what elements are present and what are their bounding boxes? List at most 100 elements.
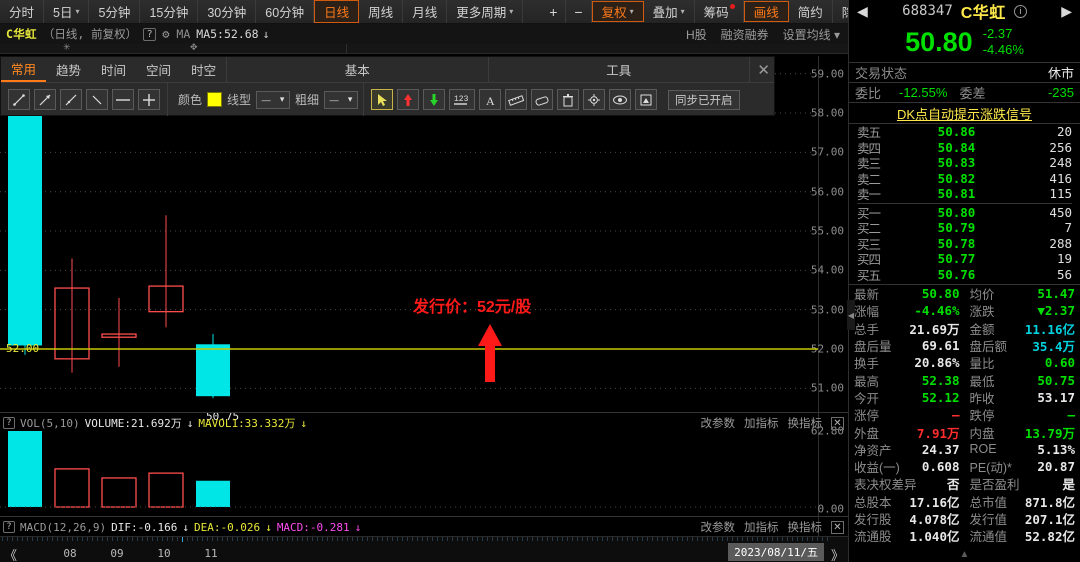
macd-action-换指标[interactable]: 换指标 xyxy=(788,519,823,535)
date-tick xyxy=(292,537,293,541)
period-tab-月线[interactable]: 月线 xyxy=(403,0,448,23)
toolbar-简约-button[interactable]: 简约 xyxy=(789,0,833,23)
draw-tab-趋势[interactable]: 趋势 xyxy=(46,57,91,82)
date-tick xyxy=(17,537,18,541)
date-tick xyxy=(77,537,78,541)
prev-stock-button[interactable]: ◀ xyxy=(857,3,868,20)
scroll-hint-icon[interactable]: ▲ xyxy=(960,549,970,560)
line-segment-icon[interactable] xyxy=(8,89,30,110)
sync-status-button[interactable]: 同步已开启 xyxy=(668,89,740,110)
up-arrow-icon[interactable] xyxy=(397,89,420,110)
close-icon[interactable]: ✕ xyxy=(757,61,770,79)
period-tab-60分钟[interactable]: 60分钟 xyxy=(256,0,315,23)
number-icon[interactable]: 123 xyxy=(449,89,476,110)
linetype-label: 线型 xyxy=(227,93,252,107)
dk-signal-banner[interactable]: DK点自动提示涨跌信号 xyxy=(849,103,1080,123)
draw-tab-空间[interactable]: 空间 xyxy=(136,57,181,82)
toolbar-筹码-button[interactable]: 筹码 xyxy=(695,0,744,23)
ask-level-row[interactable]: 卖一 50.81 115 xyxy=(849,186,1080,202)
stat-cell: 总市值 871.8亿 xyxy=(965,492,1080,511)
period-tab-分时[interactable]: 分时 xyxy=(0,0,45,23)
date-tick xyxy=(562,537,563,541)
period-tab-5分钟[interactable]: 5分钟 xyxy=(89,0,141,23)
toolbar-−-button[interactable]: − xyxy=(566,0,592,23)
level-price: 50.83 xyxy=(937,155,976,171)
stat-value: 否 xyxy=(946,477,960,493)
date-tick xyxy=(197,537,198,541)
help-icon[interactable]: ? xyxy=(143,27,157,41)
macd-indicator-row: ? MACD(12,26,9) DIF:-0.166 ↓ DEA:-0.026 … xyxy=(0,519,361,535)
macd-help-icon[interactable]: ? xyxy=(3,521,15,533)
stat-row: 流通股 1.040亿 流通值 52.82亿 xyxy=(849,527,1080,544)
ray-icon[interactable] xyxy=(34,89,56,110)
down-line-icon[interactable] xyxy=(86,89,108,110)
tick-strip: ✳ ✥ xyxy=(0,42,848,54)
trash-icon[interactable] xyxy=(557,89,580,110)
draw-tab-常用[interactable]: 常用 xyxy=(1,57,47,82)
toolbar-叠加-button[interactable]: 叠加 ▾ xyxy=(644,0,695,23)
eraser-icon[interactable] xyxy=(531,89,554,110)
period-tab-日线[interactable]: 日线 xyxy=(314,0,360,23)
next-stock-button[interactable]: ▶ xyxy=(1061,3,1072,20)
scroll-left-button[interactable]: 《 xyxy=(4,545,17,562)
stat-value: 4.078亿 xyxy=(909,512,960,528)
macd-action-加指标[interactable]: 加指标 xyxy=(744,519,779,535)
stat-key: 换手 xyxy=(854,357,880,372)
magnet-icon[interactable] xyxy=(635,89,658,110)
chevron-down-icon: ▾ xyxy=(347,94,353,104)
toolbar-画线-button[interactable]: 画线 xyxy=(743,1,789,22)
macd-action-改参数[interactable]: 改参数 xyxy=(701,519,736,535)
date-tick xyxy=(352,537,353,541)
info-link-H股[interactable]: H股 xyxy=(686,26,707,43)
volume-action-加指标[interactable]: 加指标 xyxy=(744,415,779,431)
close-icon[interactable]: ✕ xyxy=(831,416,844,430)
toolbar-复权-button[interactable]: 复权 ▾ xyxy=(591,1,644,22)
trend-line-icon[interactable] xyxy=(60,89,82,110)
pointer-icon[interactable] xyxy=(371,89,394,110)
stat-key: 最高 xyxy=(854,374,880,389)
date-tick xyxy=(67,537,68,541)
date-tick xyxy=(612,537,613,541)
stat-value: 207.1亿 xyxy=(1024,512,1075,528)
period-tab-更多周期[interactable]: 更多周期 ▾ xyxy=(447,0,524,23)
date-tick xyxy=(72,537,73,541)
thickness-select[interactable]: — ▾ xyxy=(324,90,359,109)
toolbar-+-button[interactable]: + xyxy=(541,0,567,23)
horizontal-line-icon[interactable] xyxy=(112,89,134,110)
scroll-right-button[interactable]: 》 xyxy=(831,545,844,562)
color-swatch[interactable] xyxy=(207,92,223,107)
mavol1-value: MAVOL1:33.332万 xyxy=(198,417,296,430)
date-tick xyxy=(822,537,823,541)
volume-action-换指标[interactable]: 换指标 xyxy=(788,415,823,431)
gear-icon[interactable] xyxy=(583,89,606,110)
ruler-icon[interactable] xyxy=(505,89,528,110)
period-tab-15分钟[interactable]: 15分钟 xyxy=(140,0,199,23)
bid-level-row[interactable]: 买五 50.76 56 xyxy=(849,267,1080,283)
period-tab-30分钟[interactable]: 30分钟 xyxy=(198,0,257,23)
linetype-select[interactable]: — ▾ xyxy=(256,90,291,109)
stat-value: 17.16亿 xyxy=(909,494,960,510)
eye-icon[interactable] xyxy=(609,89,632,110)
stat-row: 盘后量 69.61 盘后额 35.4万 xyxy=(849,337,1080,354)
info-link-设置均线[interactable]: 设置均线 ▾ xyxy=(783,26,840,43)
volume-pane[interactable]: ? VOL(5,10) VOLUME:21.692万 ↓ MAVOL1:33.3… xyxy=(0,412,848,516)
info-icon[interactable]: i xyxy=(1013,4,1027,18)
period-tab-周线[interactable]: 周线 xyxy=(359,0,404,23)
stat-value: 50.75 xyxy=(1037,372,1075,388)
date-tick xyxy=(362,537,363,541)
stat-key: 量比 xyxy=(969,357,995,372)
down-arrow-icon[interactable] xyxy=(423,89,446,110)
panel-collapse-handle[interactable]: ◀ xyxy=(847,300,855,330)
level-volume: 248 xyxy=(1049,155,1072,171)
draw-tab-时空[interactable]: 时空 xyxy=(181,57,226,82)
text-icon[interactable]: A xyxy=(479,89,502,110)
info-link-融资融券[interactable]: 融资融券 xyxy=(721,26,769,43)
volume-help-icon[interactable]: ? xyxy=(3,417,15,429)
period-tab-5日[interactable]: 5日 ▾ xyxy=(44,0,90,23)
draw-tab-时间[interactable]: 时间 xyxy=(91,57,136,82)
crosshair-plus-icon[interactable] xyxy=(138,89,160,110)
date-tick xyxy=(372,537,373,541)
close-icon[interactable]: ✕ xyxy=(831,520,844,534)
gear-icon[interactable]: ⚙ xyxy=(162,27,169,41)
volume-action-改参数[interactable]: 改参数 xyxy=(701,415,736,431)
